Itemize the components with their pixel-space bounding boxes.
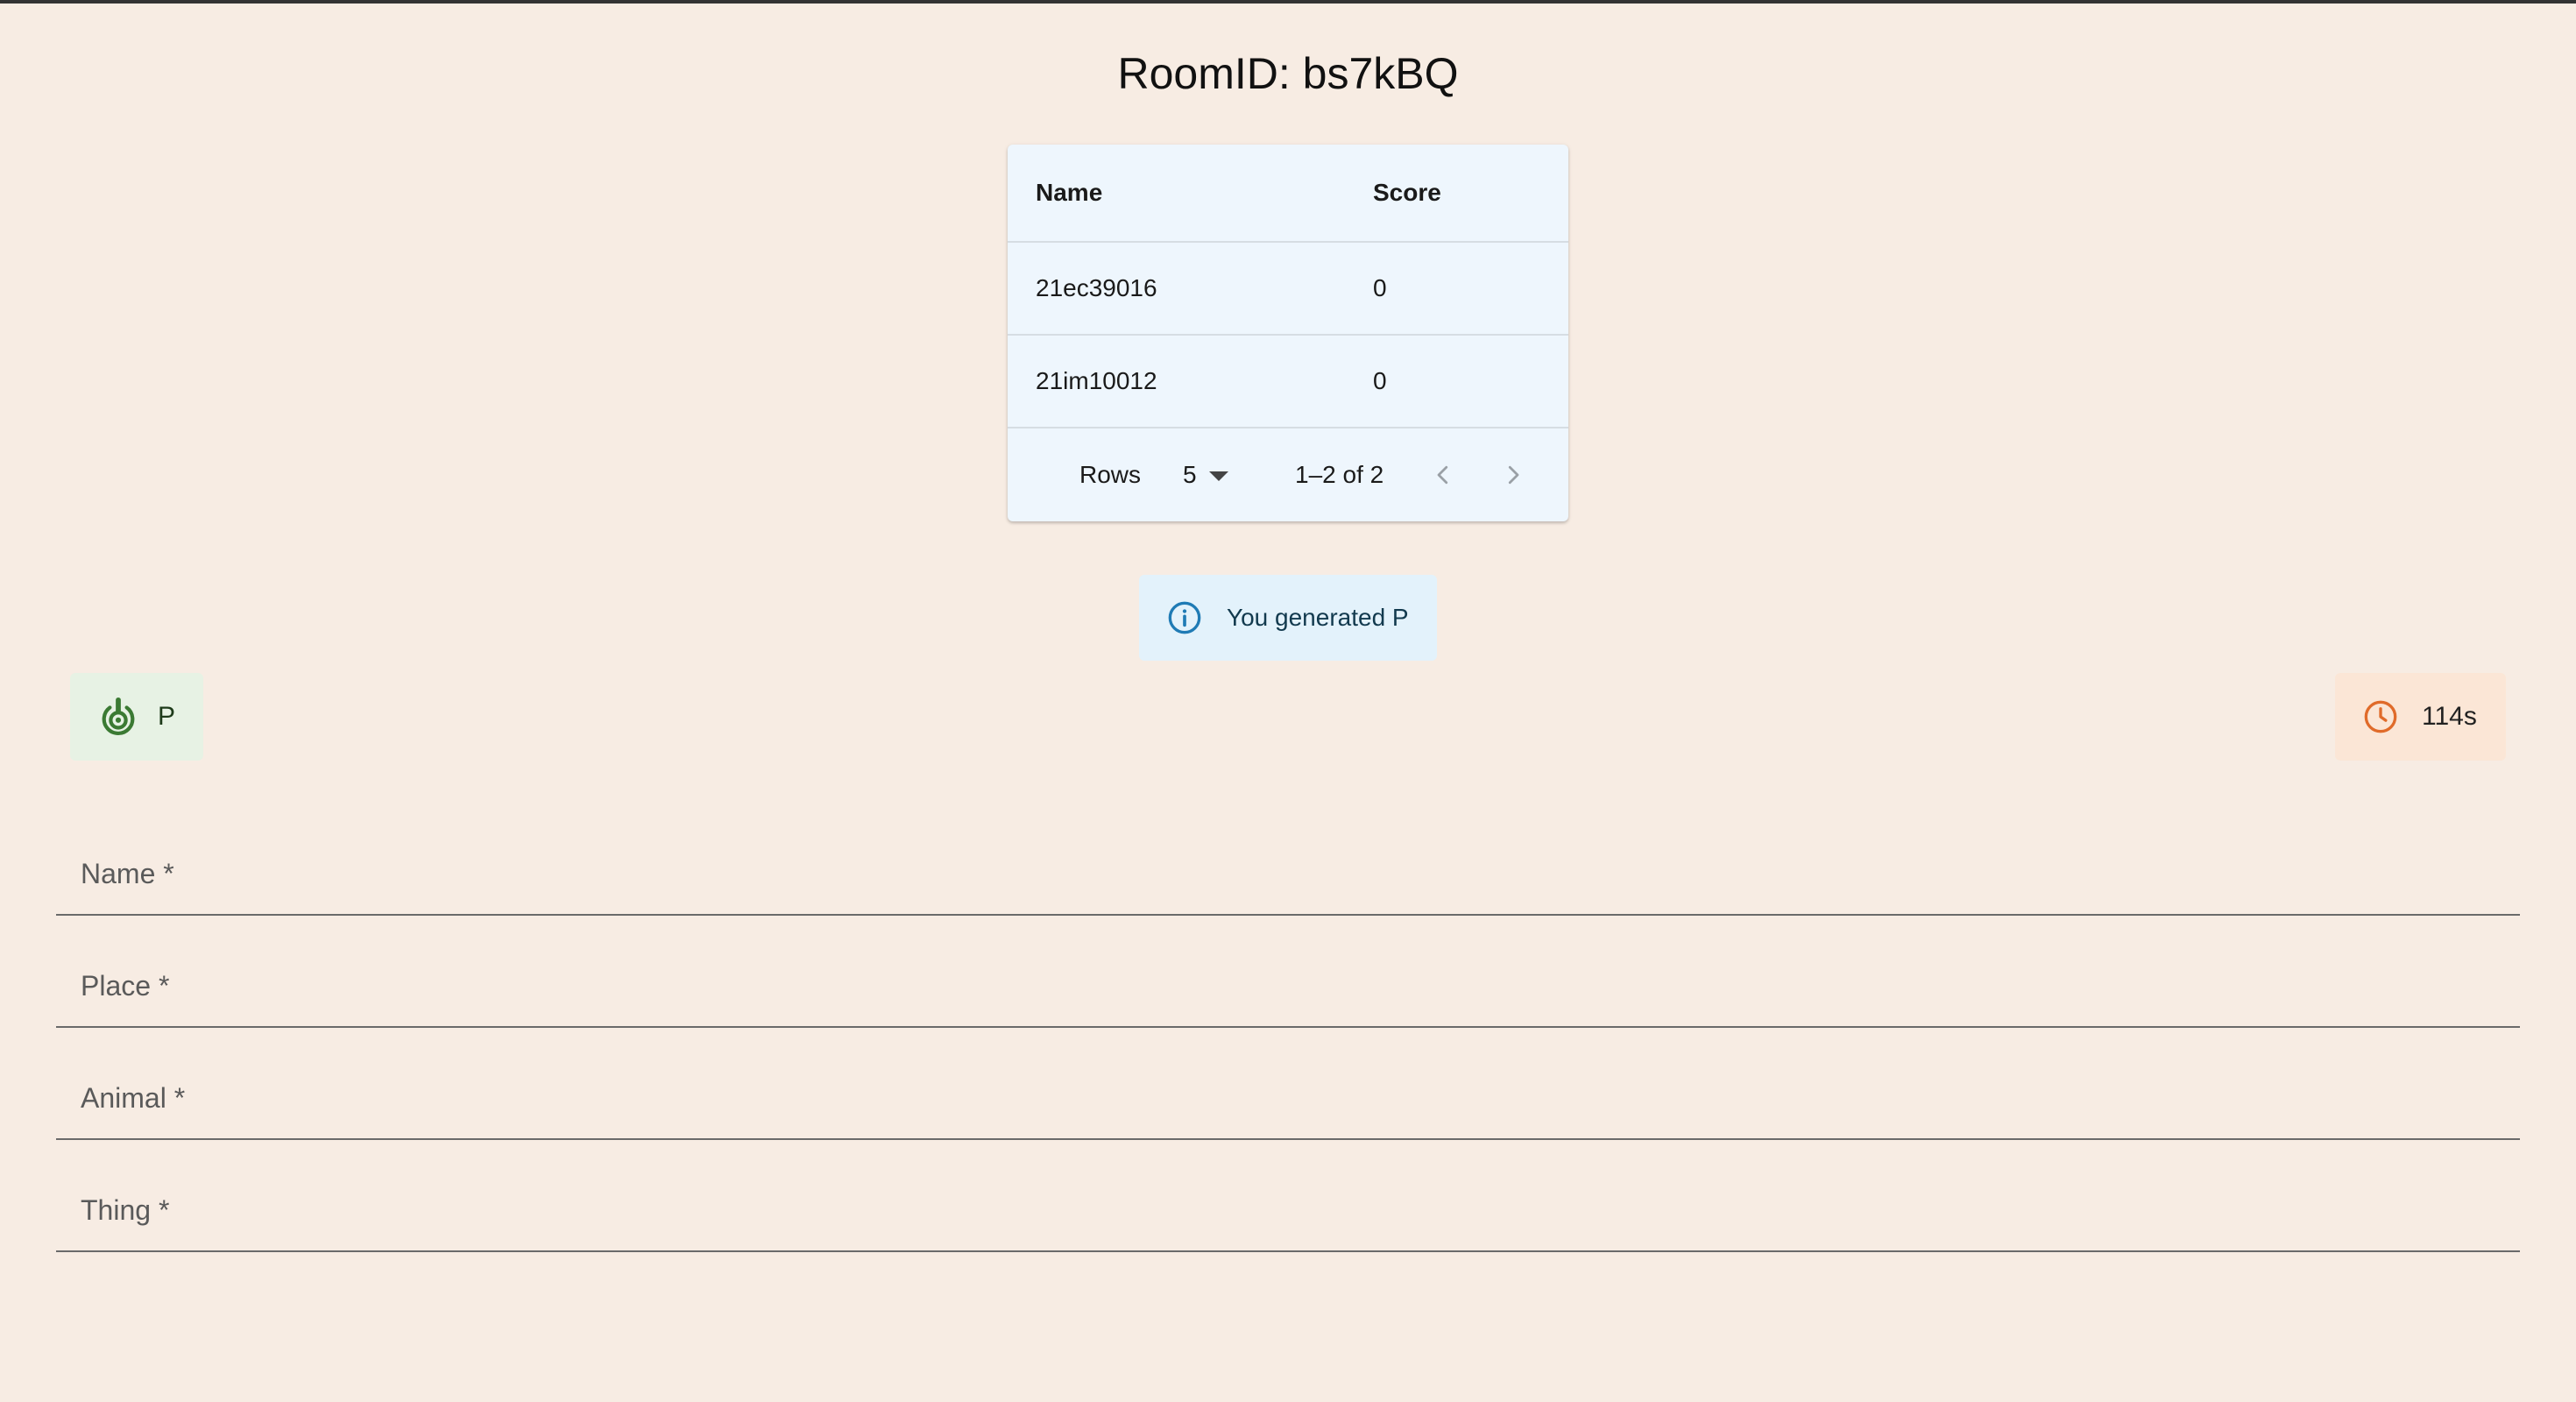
scoreboard-table: Name Score 21ec39016 0 21im10012 0 Rows … [1008, 145, 1568, 521]
player-score-cell: 0 [1373, 274, 1387, 301]
dropdown-arrow-icon [1208, 471, 1228, 482]
player-score-cell: 0 [1373, 367, 1387, 394]
name-input[interactable] [81, 872, 2502, 912]
generated-letter-chip: P [70, 673, 203, 761]
rows-per-page-value: 5 [1183, 461, 1197, 488]
table-row: 21ec39016 0 [1008, 243, 1568, 336]
target-icon [102, 697, 135, 735]
chevron-left-icon [1437, 465, 1448, 485]
next-page-button[interactable] [1491, 453, 1535, 497]
timer-value: 114s [2422, 702, 2477, 731]
alert-message: You generated P [1227, 604, 1409, 631]
info-alert: You generated P [1139, 575, 1437, 661]
top-border [0, 0, 2576, 4]
countdown-timer-chip: 114s [2335, 673, 2506, 761]
table-row: 21im10012 0 [1008, 336, 1568, 428]
name-field: Name * [56, 837, 2520, 916]
table-pagination: Rows 5 1–2 of 2 [1008, 428, 1568, 521]
animal-field: Animal * [56, 1061, 2520, 1140]
thing-input[interactable] [81, 1208, 2502, 1249]
page-title: RoomID: bs7kBQ [1117, 49, 1459, 98]
generated-letter: P [158, 702, 176, 731]
pagination-range: 1–2 of 2 [1295, 461, 1384, 488]
place-input[interactable] [81, 984, 2502, 1024]
animal-input[interactable] [81, 1096, 2502, 1136]
rows-per-page-label: Rows [1079, 461, 1142, 488]
column-header-score: Score [1373, 179, 1441, 206]
player-name-cell: 21im10012 [1036, 367, 1157, 394]
column-header-name: Name [1036, 179, 1103, 206]
rows-per-page-select[interactable]: 5 [1183, 428, 1228, 521]
thing-field: Thing * [56, 1173, 2520, 1252]
chevron-right-icon [1508, 465, 1519, 485]
table-header-row: Name Score [1008, 145, 1568, 243]
previous-page-button[interactable] [1421, 453, 1465, 497]
player-name-cell: 21ec39016 [1036, 274, 1157, 301]
place-field: Place * [56, 949, 2520, 1028]
clock-icon [2364, 700, 2397, 733]
info-icon [1168, 601, 1201, 634]
